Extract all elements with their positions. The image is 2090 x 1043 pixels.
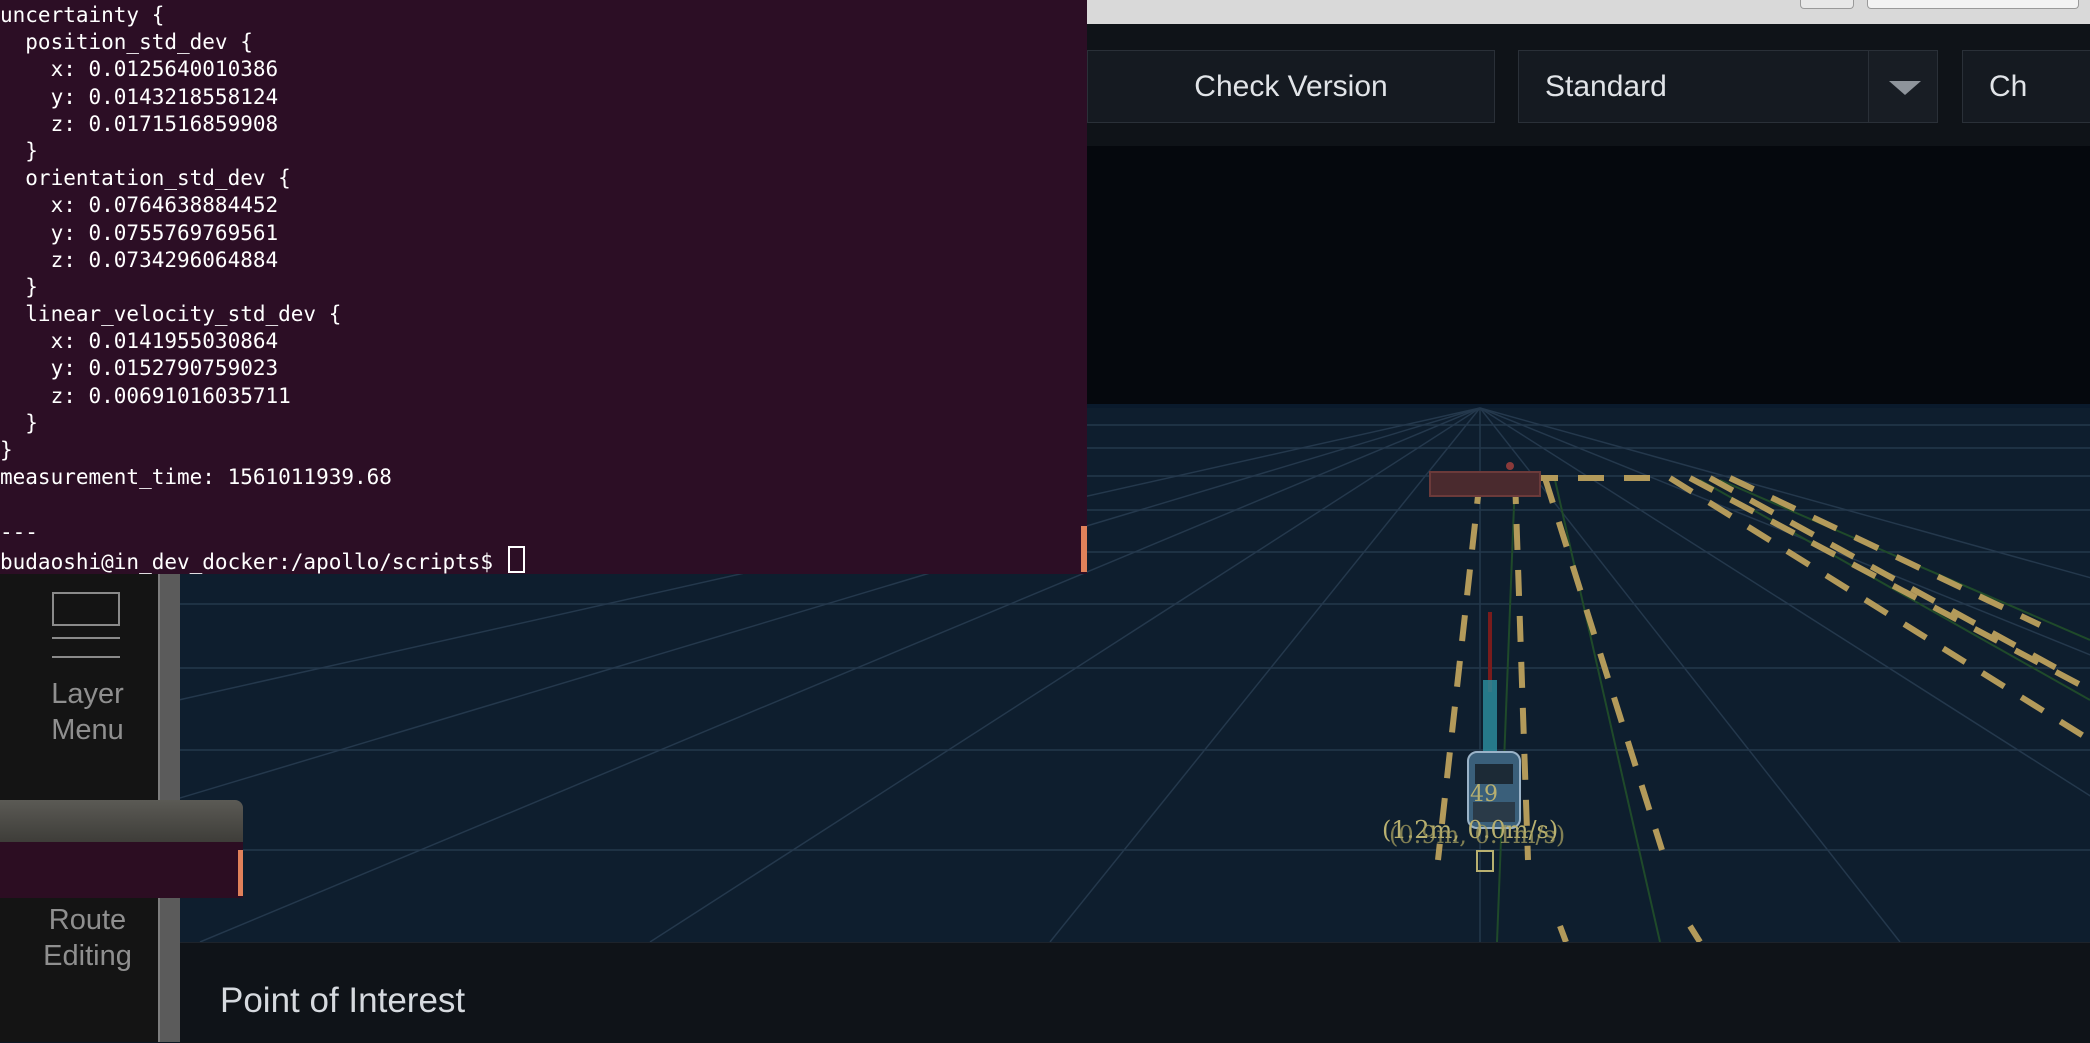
terminal-line: x: 0.0764638884452 [0, 193, 279, 218]
terminal-cursor [507, 545, 525, 573]
terminal-line: uncertainty { [0, 3, 165, 27]
layer-menu-icon[interactable] [52, 592, 120, 626]
terminal-window-titlebar[interactable] [0, 800, 243, 842]
mode-select-dropdown[interactable] [1868, 51, 1937, 122]
route-editing-label-line2: Editing [43, 940, 132, 972]
terminal-line: } [0, 274, 38, 299]
terminal-window-fragment[interactable] [0, 842, 243, 898]
terminal-line: } [0, 410, 38, 435]
terminal-output: uncertainty { position_std_dev { x: 0.01… [0, 2, 525, 574]
layer-menu-label[interactable]: Layer Menu [0, 676, 175, 748]
terminal-prompt: budaoshi@in_dev_docker:/apollo/scripts$ [0, 549, 506, 574]
terminal-window[interactable]: uncertainty { position_std_dev { x: 0.01… [0, 0, 1087, 574]
route-editing-label-line1: Route [48, 904, 127, 936]
terminal-line: measurement_time: 1561011939.68 [0, 465, 392, 490]
terminal-line: y: 0.0152790759023 [0, 356, 279, 381]
terminal-line: z: 0.0734296064884 [0, 247, 279, 272]
point-of-interest-title[interactable]: Point of Interest [220, 981, 465, 1021]
terminal-line: } [0, 438, 13, 462]
background-window-strip [1087, 0, 2090, 26]
terminal-prompt-line[interactable]: budaoshi@in_dev_docker:/apollo/scripts$ [0, 545, 525, 574]
terminal-line: linear_velocity_std_dev { [0, 302, 342, 327]
bottom-panel: Point of Interest [180, 942, 2090, 1043]
terminal-line: z: 0.00691016035711 [0, 383, 291, 408]
obstacle-id-label: 49 [1470, 782, 1498, 807]
partial-header-button-label: Ch [1989, 69, 2028, 103]
terminal-line: y: 0.0143218558124 [0, 84, 279, 109]
terminal-line: y: 0.0755769769561 [0, 220, 279, 245]
terminal-line: x: 0.0125640010386 [0, 57, 279, 82]
obstacle-box-icon [1476, 850, 1494, 872]
route-editing-label[interactable]: Route Editing [0, 902, 175, 974]
layer-menu-label-line1: Layer [51, 678, 124, 710]
layer-menu-label-line2: Menu [51, 714, 124, 746]
layer-menu-icon-line [52, 656, 120, 658]
terminal-line: x: 0.0141955030864 [0, 329, 279, 354]
check-version-button[interactable]: Check Version [1087, 50, 1495, 123]
chevron-down-icon [1889, 81, 1921, 95]
terminal-line: z: 0.0171516859908 [0, 111, 279, 136]
mode-select[interactable]: Standard [1518, 50, 1938, 123]
terminal-scroll-indicator [1081, 526, 1087, 572]
terminal-line: --- [0, 519, 38, 544]
terminal-line: } [0, 138, 38, 163]
partial-header-button[interactable]: Ch [1962, 50, 2090, 123]
window-toolbar-button[interactable] [1800, 0, 1854, 9]
check-version-label: Check Version [1194, 69, 1388, 103]
terminal-line: orientation_std_dev { [0, 166, 291, 191]
window-search-field[interactable] [1867, 0, 2079, 9]
mode-select-value: Standard [1545, 69, 1667, 103]
obstacle-info-label-overlap: (0.9m, 0.1m/s) [1389, 821, 1566, 849]
terminal-scroll-indicator [238, 850, 243, 896]
layer-menu-icon-line [52, 637, 120, 639]
terminal-line: position_std_dev { [0, 30, 253, 55]
